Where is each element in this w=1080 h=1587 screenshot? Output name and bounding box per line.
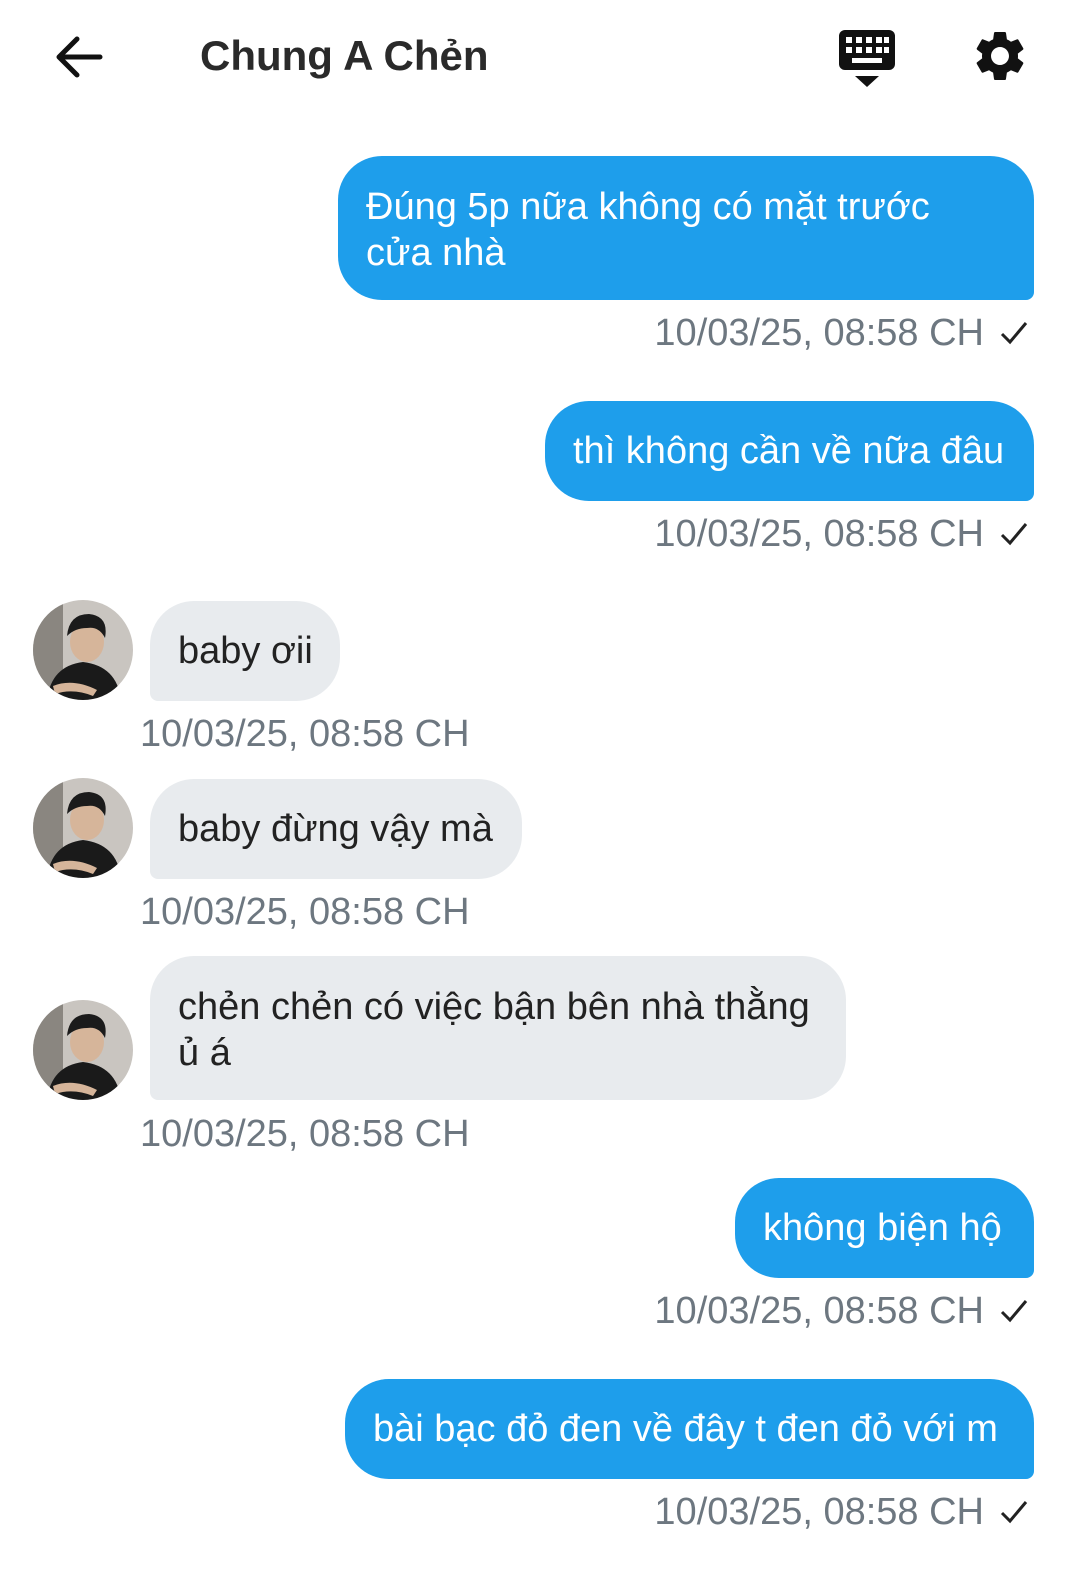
message-text-line: baby ơii bbox=[178, 630, 313, 672]
timestamp-text: 10/03/25, 08:58 CH bbox=[654, 312, 984, 354]
message-text-line: Đúng 5p nữa không có mặt trước bbox=[366, 186, 930, 228]
message-timestamp: 10/03/25, 08:58 CH bbox=[140, 891, 470, 933]
contact-avatar[interactable] bbox=[33, 1000, 133, 1100]
sent-check-icon bbox=[1000, 1300, 1028, 1323]
sent-check-icon bbox=[1000, 322, 1028, 345]
message-timestamp: 10/03/25, 08:58 CH bbox=[654, 1489, 1030, 1535]
contact-avatar[interactable] bbox=[33, 778, 133, 878]
message-text-line: ủ á bbox=[178, 1032, 231, 1074]
timestamp-text: 10/03/25, 08:58 CH bbox=[654, 1491, 984, 1533]
message-text-line: chẻn chẻn có việc bận bên nhà thằng bbox=[178, 986, 810, 1028]
incoming-message-bubble[interactable]: baby đừng vậy mà bbox=[150, 779, 522, 879]
timestamp-text: 10/03/25, 08:58 CH bbox=[654, 513, 984, 555]
message-timestamp: 10/03/25, 08:58 CH bbox=[654, 310, 1030, 356]
avatar-photo bbox=[33, 778, 133, 878]
outgoing-message-bubble[interactable]: bài bạc đỏ đen về đây t đen đỏ với m bbox=[345, 1379, 1034, 1479]
avatar-photo bbox=[33, 1000, 133, 1100]
incoming-message-bubble[interactable]: chẻn chẻn có việc bận bên nhà thằng ủ á bbox=[150, 956, 846, 1100]
timestamp-text: 10/03/25, 08:58 CH bbox=[654, 1290, 984, 1332]
outgoing-message-bubble[interactable]: không biện hộ bbox=[735, 1178, 1034, 1278]
message-timestamp: 10/03/25, 08:58 CH bbox=[654, 511, 1030, 557]
message-text-line: không biện hộ bbox=[763, 1207, 1002, 1249]
outgoing-message-bubble[interactable]: Đúng 5p nữa không có mặt trước cửa nhà bbox=[338, 156, 1034, 300]
sent-check-icon bbox=[1000, 523, 1028, 546]
message-timestamp: 10/03/25, 08:58 CH bbox=[140, 1113, 470, 1155]
incoming-message-bubble[interactable]: baby ơii bbox=[150, 601, 340, 701]
message-timestamp: 10/03/25, 08:58 CH bbox=[140, 713, 470, 755]
message-list[interactable]: Đúng 5p nữa không có mặt trước cửa nhà 1… bbox=[0, 0, 1080, 1587]
sent-check-icon bbox=[1000, 1501, 1028, 1524]
outgoing-message-bubble[interactable]: thì không cần về nữa đâu bbox=[545, 401, 1034, 501]
message-text-line: baby đừng vậy mà bbox=[178, 808, 493, 850]
message-timestamp: 10/03/25, 08:58 CH bbox=[654, 1288, 1030, 1334]
avatar-photo bbox=[33, 600, 133, 700]
message-text-line: bài bạc đỏ đen về đây t đen đỏ với m bbox=[373, 1408, 998, 1450]
message-text-line: cửa nhà bbox=[366, 232, 506, 274]
contact-avatar[interactable] bbox=[33, 600, 133, 700]
message-text-line: thì không cần về nữa đâu bbox=[573, 430, 1005, 472]
